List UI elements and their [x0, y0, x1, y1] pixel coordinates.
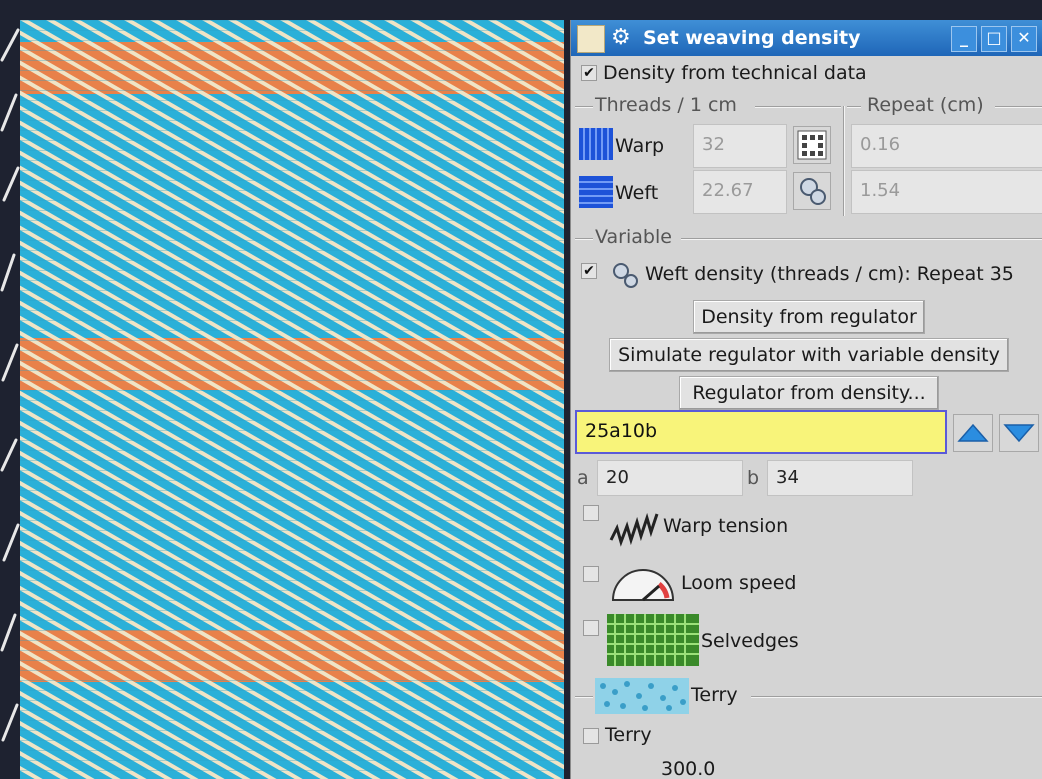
selvedges-label: Selvedges	[701, 630, 799, 652]
weft-repeat-field[interactable]: 1.54	[851, 170, 1042, 214]
dialog-title: Set weaving density	[643, 27, 861, 49]
density-from-technical-data-label: Density from technical data	[603, 62, 867, 84]
regulator-gears-button[interactable]	[793, 172, 831, 210]
loom-speed-label: Loom speed	[681, 572, 797, 594]
fabric-weave-pattern	[20, 20, 564, 779]
arrow-down-button[interactable]	[999, 414, 1039, 452]
speedometer-icon	[611, 569, 675, 602]
density-from-technical-data-checkbox[interactable]: ✔	[581, 65, 597, 81]
gears-icon	[613, 263, 638, 288]
variable-group-label: Variable	[595, 226, 672, 248]
spring-icon	[609, 512, 659, 547]
close-button[interactable]: ✕	[1011, 26, 1037, 52]
arrow-down-icon	[1003, 424, 1035, 443]
b-field[interactable]: 34	[767, 460, 913, 496]
weft-threads-field[interactable]: 22.67	[693, 170, 787, 214]
weft-density-label: Weft density (threads / cm): Repeat 35	[645, 263, 1014, 285]
a-label: a	[577, 467, 589, 489]
terry-checkbox[interactable]	[583, 728, 599, 744]
warp-repeat-field[interactable]: 0.16	[851, 124, 1042, 168]
fabric-preview[interactable]	[20, 20, 564, 779]
terry-value: 300.0	[661, 758, 716, 779]
minimize-button[interactable]: _	[951, 26, 977, 52]
repeat-grid-icon	[797, 130, 827, 160]
weaving-density-dialog: ⚙ Set weaving density _ □ ✕ ✔ Density fr…	[570, 20, 1042, 779]
window-menu-box[interactable]	[577, 25, 605, 53]
regulator-pattern-input[interactable]: 25a10b	[575, 410, 947, 454]
weft-label: Weft	[615, 182, 659, 204]
warp-threads-field[interactable]: 32	[693, 124, 787, 168]
terry-label: Terry	[605, 724, 652, 746]
selvedges-checkbox[interactable]	[583, 620, 599, 636]
repeat-group-label: Repeat (cm)	[867, 94, 984, 116]
loom-speed-checkbox[interactable]	[583, 566, 599, 582]
b-label: b	[747, 467, 760, 489]
weft-density-checkbox[interactable]: ✔	[581, 263, 597, 279]
simulate-regulator-button[interactable]: Simulate regulator with variable density	[609, 338, 1009, 372]
warp-label: Warp	[615, 135, 665, 157]
threads-group-label: Threads / 1 cm	[595, 94, 737, 116]
maximize-button[interactable]: □	[981, 26, 1007, 52]
warp-tension-checkbox[interactable]	[583, 505, 599, 521]
a-field[interactable]: 20	[597, 460, 743, 496]
arrow-up-button[interactable]	[953, 414, 993, 452]
repeat-grid-button[interactable]	[793, 126, 831, 164]
dialog-titlebar[interactable]: ⚙ Set weaving density _ □ ✕	[571, 20, 1042, 56]
warp-tension-label: Warp tension	[663, 515, 789, 537]
weft-threads-icon	[579, 176, 613, 208]
terry-texture-icon	[595, 678, 689, 714]
selvedge-grid-icon	[607, 614, 699, 666]
gear-icon: ⚙	[611, 25, 631, 50]
terry-group-label: Terry	[691, 684, 738, 706]
regulator-from-density-button[interactable]: Regulator from density...	[679, 376, 939, 410]
density-from-regulator-button[interactable]: Density from regulator	[693, 300, 925, 334]
regulator-gears-icon	[800, 178, 826, 205]
warp-threads-icon	[579, 128, 613, 160]
arrow-up-icon	[957, 423, 989, 442]
